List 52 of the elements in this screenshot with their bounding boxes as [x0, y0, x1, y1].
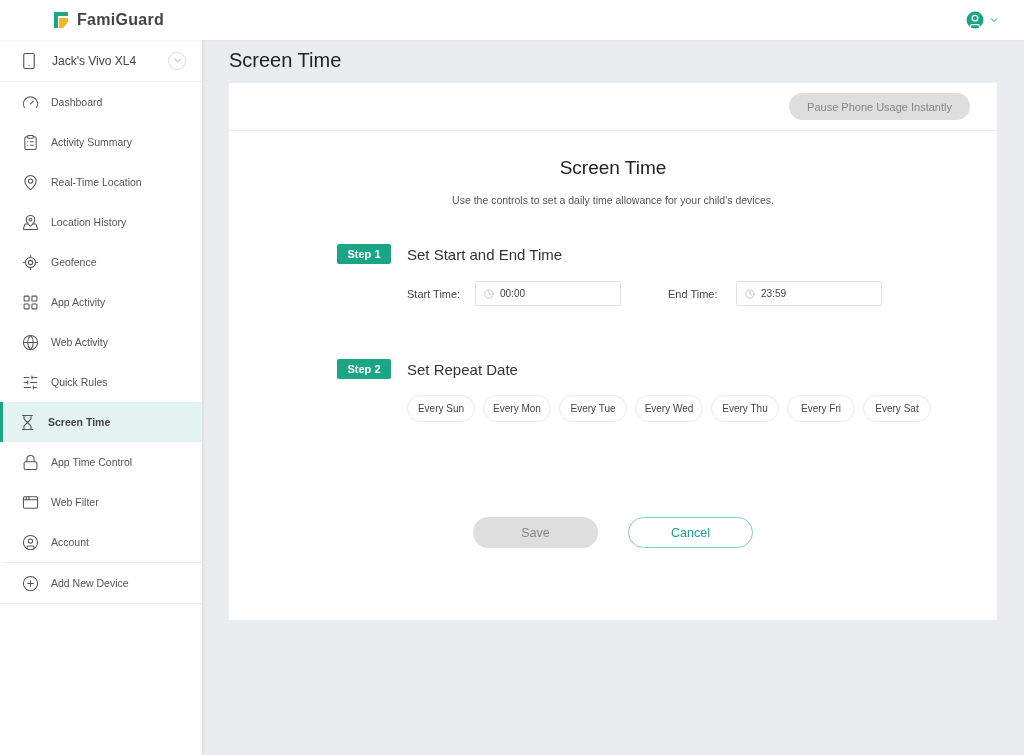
card-subtitle: Use the controls to set a daily time allowance for your child's devices. [452, 194, 774, 206]
sidebar-item[interactable]: Web Filter [0, 482, 202, 522]
device-dropdown-button[interactable] [168, 51, 186, 70]
day-chip[interactable]: Every Thu [711, 395, 779, 422]
start-time-label: Start Time: [407, 287, 462, 300]
clock-icon [745, 288, 755, 299]
lock-icon [22, 453, 39, 471]
brand-name: FamiGuard [77, 11, 165, 29]
sidebar-item[interactable]: Quick Rules [0, 362, 202, 402]
sidebar-item[interactable]: App Time Control [0, 442, 202, 482]
sidebar-item[interactable]: Location History [0, 202, 202, 242]
sidebar-item[interactable]: Account [0, 522, 202, 562]
day-chip[interactable]: Every Sun [407, 395, 475, 422]
gauge-icon [22, 93, 39, 111]
sidebar-item[interactable]: App Activity [0, 282, 202, 322]
end-time-field[interactable]: 23:59 [736, 281, 882, 306]
phone-icon [20, 51, 38, 70]
map-pin-icon [22, 173, 39, 191]
location-target-icon [22, 253, 39, 271]
clock-icon [484, 288, 494, 299]
day-chip[interactable]: Every Fri [787, 395, 855, 422]
start-time-field[interactable]: 00:00 [475, 281, 621, 306]
step-title: Set Start and End Time [407, 245, 563, 263]
sidebar-item[interactable]: Activity Summary [0, 122, 202, 162]
globe-icon [22, 333, 39, 351]
day-chip[interactable]: Every Mon [483, 395, 551, 422]
grid-icon [22, 293, 39, 311]
plus-circle-icon [22, 574, 39, 592]
card-title: Screen Time [559, 157, 667, 179]
avatar-icon[interactable] [964, 9, 986, 31]
step-badge: Step 1 [337, 244, 391, 264]
sidebar-item[interactable]: Screen Time [0, 402, 202, 442]
browser-window-icon [22, 493, 39, 511]
day-chip[interactable]: Every Wed [635, 395, 703, 422]
hourglass-icon [19, 413, 36, 431]
step-badge: Step 2 [337, 359, 391, 379]
device-name: Jack's Vivo XL4 [52, 53, 138, 68]
sidebar-item[interactable]: Dashboard [0, 82, 202, 122]
sidebar-item[interactable]: Web Activity [0, 322, 202, 362]
day-chip[interactable]: Every Tue [559, 395, 627, 422]
sliders-icon [22, 373, 39, 391]
logo-icon [52, 11, 70, 29]
user-icon [22, 533, 39, 551]
end-time-label: End Time: [668, 287, 719, 300]
step-title: Set Repeat Date [407, 360, 518, 378]
map-pin-icon [22, 213, 39, 231]
sidebar-item[interactable]: Geofence [0, 242, 202, 282]
page-title: Screen Time [229, 49, 343, 72]
day-chip[interactable]: Every Sat [863, 395, 931, 422]
sidebar-item[interactable]: Real-Time Location [0, 162, 202, 202]
clipboard-icon [22, 133, 39, 151]
add-device-item[interactable]: Add New Device [0, 562, 202, 604]
